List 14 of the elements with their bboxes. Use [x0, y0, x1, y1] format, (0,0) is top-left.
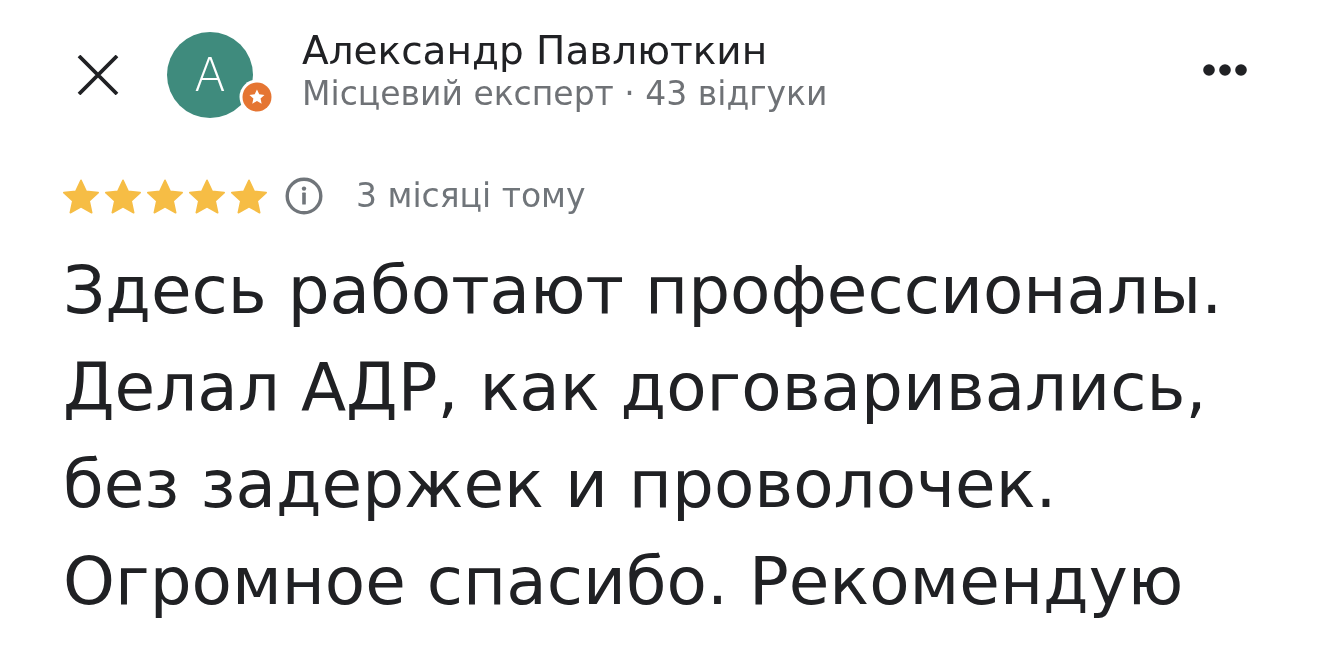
avatar[interactable]: А	[167, 32, 253, 118]
review-time: 3 місяці тому	[356, 176, 586, 216]
author-subtitle: Місцевий експерт · 43 відгуки	[302, 74, 828, 114]
star-icon	[63, 178, 99, 214]
star-icon	[189, 178, 225, 214]
star-icon	[105, 178, 141, 214]
close-button[interactable]	[76, 53, 120, 97]
star-icon	[147, 178, 183, 214]
author-name[interactable]: Александр Павлюткин	[302, 28, 828, 74]
more-icon	[1203, 64, 1247, 76]
close-icon	[77, 55, 119, 95]
review-text: Здесь работают профессионалы. Делал АДР, как договаривались, без задержек и проволочек. Огромное спасибо. Рекомендую	[63, 251, 1224, 622]
star-icon	[231, 178, 267, 214]
info-icon[interactable]	[285, 177, 323, 215]
